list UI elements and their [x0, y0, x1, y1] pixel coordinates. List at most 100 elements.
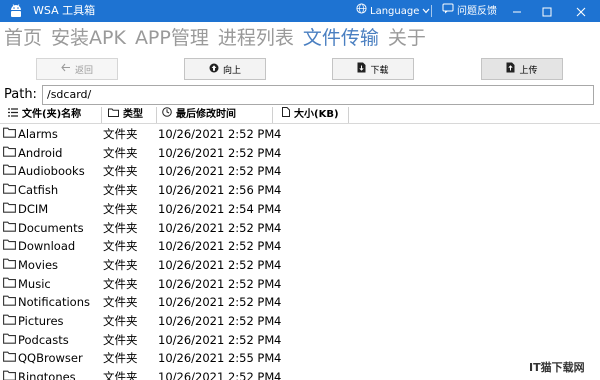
file-name: Podcasts [18, 332, 69, 347]
file-size: 4 [274, 332, 282, 347]
table-row[interactable]: Notifications 文件夹 10/26/2021 2:52 PM 4 [0, 293, 600, 312]
tab-file-transfer[interactable]: 文件传输 [303, 24, 379, 52]
file-size: 4 [274, 201, 282, 216]
table-row[interactable]: Alarms 文件夹 10/26/2021 2:52 PM 4 [0, 125, 600, 144]
folder-icon [108, 106, 119, 124]
folder-icon [3, 125, 16, 144]
file-size: 4 [274, 239, 282, 254]
file-type: 文件夹 [103, 332, 138, 347]
file-name: Movies [18, 257, 59, 272]
download-label: 下载 [370, 65, 389, 76]
column-header-size[interactable]: 大小(KB) [278, 106, 348, 124]
language-label: Language [370, 5, 420, 17]
table-row[interactable]: Pictures 文件夹 10/26/2021 2:52 PM 4 [0, 312, 600, 331]
file-modified: 10/26/2021 2:56 PM [158, 183, 275, 198]
minimize-button[interactable] [502, 0, 532, 22]
nav-tabs: 首页 安装APK APP管理 进程列表 文件传输 关于 [4, 24, 426, 52]
column-header-name[interactable]: 文件(夹)名称 [4, 106, 100, 124]
tab-install-apk[interactable]: 安装APK [51, 24, 126, 52]
file-modified: 10/26/2021 2:52 PM [158, 164, 275, 179]
file-name: Ringtones [18, 370, 76, 380]
table-header: 文件(夹)名称 类型 最后修改时间 大小(KB) [0, 106, 600, 124]
file-name-cell: Download [3, 237, 75, 256]
maximize-button[interactable] [532, 0, 562, 22]
folder-icon [3, 312, 16, 331]
up-button[interactable]: 向上 [184, 58, 266, 80]
back-button[interactable]: 返回 [36, 58, 118, 80]
file-name: Documents [18, 220, 84, 235]
file-size: 4 [274, 220, 282, 235]
file-modified: 10/26/2021 2:52 PM [158, 127, 275, 141]
close-button[interactable] [566, 0, 596, 22]
table-row[interactable]: Ringtones 文件夹 10/26/2021 2:52 PM 4 [0, 368, 600, 380]
file-modified: 10/26/2021 2:52 PM [158, 145, 275, 160]
column-divider[interactable] [156, 107, 157, 123]
maximize-icon [542, 2, 552, 21]
file-type: 文件夹 [103, 351, 138, 366]
path-input[interactable]: /sdcard/ [42, 85, 594, 105]
file-name: DCIM [18, 201, 49, 216]
file-modified: 10/26/2021 2:52 PM [158, 295, 275, 310]
upload-button[interactable]: 上传 [481, 58, 563, 80]
table-row[interactable]: Android 文件夹 10/26/2021 2:52 PM 4 [0, 144, 600, 163]
feedback-icon [442, 3, 454, 20]
table-row[interactable]: Audiobooks 文件夹 10/26/2021 2:52 PM 4 [0, 162, 600, 181]
tab-app-manage[interactable]: APP管理 [135, 24, 209, 52]
file-type: 文件夹 [103, 295, 138, 310]
file-name-cell: Audiobooks [3, 162, 85, 181]
back-label: 返回 [74, 65, 93, 76]
file-modified: 10/26/2021 2:52 PM [158, 257, 275, 272]
file-size: 4 [274, 145, 282, 160]
file-modified: 10/26/2021 2:52 PM [158, 332, 275, 347]
table-row[interactable]: Movies 文件夹 10/26/2021 2:52 PM 4 [0, 256, 600, 275]
folder-icon [3, 181, 16, 200]
column-divider[interactable] [101, 107, 102, 123]
file-modified: 10/26/2021 2:52 PM [158, 276, 275, 291]
file-size: 4 [274, 257, 282, 272]
file-name-cell: QQBrowser [3, 349, 83, 368]
tab-process-list[interactable]: 进程列表 [218, 24, 294, 52]
file-type: 文件夹 [103, 257, 138, 272]
language-selector[interactable]: Language [356, 3, 430, 20]
title-bar: WSA 工具箱 Language 问题反馈 [0, 0, 600, 22]
close-icon [576, 2, 586, 21]
file-modified: 10/26/2021 2:52 PM [158, 239, 275, 254]
folder-icon [3, 349, 16, 368]
file-name-cell: Alarms [3, 125, 58, 144]
column-divider[interactable] [348, 107, 349, 123]
download-file-icon [357, 62, 366, 76]
table-row[interactable]: Download 文件夹 10/26/2021 2:52 PM 4 [0, 237, 600, 256]
download-button[interactable]: 下载 [332, 58, 414, 80]
file-name-cell: Podcasts [3, 331, 69, 350]
feedback-button[interactable]: 问题反馈 [442, 3, 497, 20]
table-row[interactable]: Documents 文件夹 10/26/2021 2:52 PM 4 [0, 219, 600, 238]
folder-icon [3, 144, 16, 163]
table-row[interactable]: DCIM 文件夹 10/26/2021 2:54 PM 4 [0, 200, 600, 219]
file-name: Pictures [18, 314, 64, 328]
file-list: Alarms 文件夹 10/26/2021 2:52 PM 4 Android 文件夹 10… [0, 125, 600, 380]
table-row[interactable]: Catfish 文件夹 10/26/2021 2:56 PM 4 [0, 181, 600, 200]
table-row[interactable]: Music 文件夹 10/26/2021 2:52 PM 4 [0, 275, 600, 294]
tab-about[interactable]: 关于 [388, 24, 426, 52]
column-header-modified[interactable]: 最后修改时间 [158, 106, 270, 124]
file-size: 4 [274, 295, 282, 310]
file-name: Notifications [18, 295, 90, 310]
column-header-type[interactable]: 类型 [104, 106, 154, 124]
file-type: 文件夹 [103, 276, 138, 291]
file-size: 4 [274, 351, 282, 366]
file-name-cell: Notifications [3, 293, 90, 312]
column-divider[interactable] [272, 107, 273, 123]
table-row[interactable]: Podcasts 文件夹 10/26/2021 2:52 PM 4 [0, 331, 600, 350]
file-name: Audiobooks [18, 164, 85, 179]
file-modified: 10/26/2021 2:52 PM [158, 370, 275, 380]
table-row[interactable]: QQBrowser 文件夹 10/26/2021 2:55 PM 4 [0, 349, 600, 368]
file-name-cell: Ringtones [3, 368, 76, 380]
file-modified: 10/26/2021 2:55 PM [158, 351, 275, 366]
up-label: 向上 [222, 65, 241, 76]
file-name: Android [18, 145, 63, 160]
file-type: 文件夹 [103, 370, 138, 380]
titlebar-divider [431, 5, 432, 17]
file-name: Catfish [18, 183, 59, 198]
folder-icon [3, 256, 16, 275]
tab-home[interactable]: 首页 [4, 24, 42, 52]
